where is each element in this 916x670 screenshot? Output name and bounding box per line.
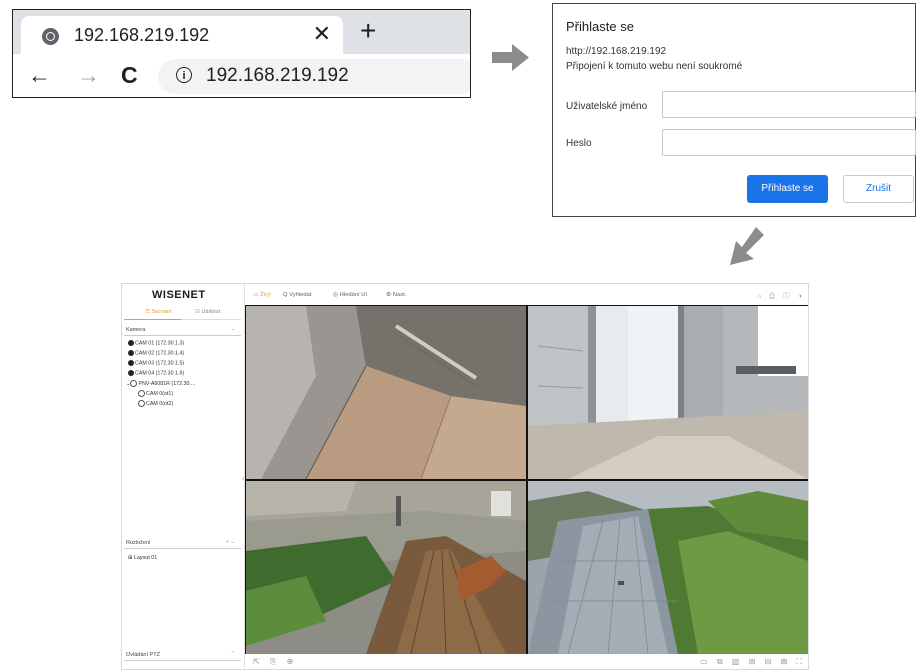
camera-status-icon xyxy=(128,370,134,376)
camera-item-4[interactable]: CAM 04 (172.30.1.6) xyxy=(128,370,184,376)
forward-arrow-icon[interactable]: → xyxy=(77,62,100,89)
chevron-up-icon[interactable]: ⌃ xyxy=(230,651,235,657)
dialog-url: http://192.168.219.192 xyxy=(566,46,667,57)
browser-tab[interactable]: 192.168.219.192 ✕ xyxy=(21,16,343,54)
layout-item[interactable]: ⊞ Layout 01 xyxy=(128,555,157,561)
layout-icon[interactable]: ⊟ xyxy=(765,657,772,666)
layout-label: Layout 01 xyxy=(133,555,158,561)
info-icon[interactable]: i xyxy=(176,67,192,83)
elevator-feed-image xyxy=(246,306,526,479)
globe-icon xyxy=(42,28,59,45)
bottom-left-tools: ⇱ ⎘ ⊕ xyxy=(253,657,301,667)
login-dialog: Přihlaste se http://192.168.219.192 Přip… xyxy=(552,3,916,217)
dual-view-icon[interactable]: ⧉ xyxy=(717,657,723,666)
single-view-icon[interactable]: ▭ xyxy=(700,657,708,666)
down-left-arrow-icon xyxy=(730,227,764,265)
viewer-top-menu: ▭ Živý Q Vyhledat ◎ Hledání UI ⚙ Nast. ⌂… xyxy=(245,284,808,305)
theme-icon[interactable]: ◑ xyxy=(798,293,802,300)
channel-icon xyxy=(138,400,145,407)
new-tab-button[interactable]: + xyxy=(360,17,376,45)
nvr-channel-2[interactable]: CAM 0(ot2) xyxy=(138,400,173,407)
camera-item-1[interactable]: CAM 01 (172.30.1.3) xyxy=(128,340,184,346)
chevron-down-icon[interactable]: ⌄ xyxy=(230,326,235,332)
add-layout-icon[interactable]: + ⌄ xyxy=(226,539,235,545)
layout-section-title: Rozložení xyxy=(126,540,151,546)
tab-divider xyxy=(181,319,241,320)
dialog-privacy-note: Připojení k tomuto webu není soukromé xyxy=(566,61,743,72)
tab-strip: 192.168.219.192 ✕ + xyxy=(13,10,470,54)
video-grid xyxy=(245,305,808,654)
camera-section-title: Kamera xyxy=(126,327,146,333)
wisenet-logo: WISENET xyxy=(152,289,206,301)
tab-title: 192.168.219.192 xyxy=(74,25,210,45)
nvr-item[interactable]: ⌄ PNV-A6081R (172.30.... xyxy=(126,380,195,387)
pathway-feed-image xyxy=(528,481,808,654)
login-button[interactable]: Přihlaste se xyxy=(747,175,828,203)
home-icon[interactable]: ⌂ xyxy=(757,293,761,300)
lobby-feed-image xyxy=(528,306,808,479)
camera-status-icon xyxy=(128,350,134,356)
camera-item-3[interactable]: CAM 03 (172.30.1.5) xyxy=(128,360,184,366)
camera-section-header[interactable]: Kamera ⌄ xyxy=(124,325,241,336)
camera-item-2[interactable]: CAM 02 (172.30.1.4) xyxy=(128,350,184,356)
close-icon[interactable]: ✕ xyxy=(313,21,331,47)
capture-icon[interactable]: ⊠ xyxy=(780,657,787,666)
browser-window: 192.168.219.192 ✕ + ← → C i 192.168.219.… xyxy=(12,9,471,98)
export-icon[interactable]: ⇱ xyxy=(253,657,260,666)
username-field[interactable] xyxy=(662,91,916,118)
dialog-title: Přihlaste se xyxy=(566,19,634,34)
nvr-label: PNV-A6081R (172.30.... xyxy=(138,380,196,387)
channel-icon xyxy=(138,390,145,397)
video-cell-1[interactable] xyxy=(246,306,526,479)
right-arrow-icon xyxy=(492,44,529,71)
fullscreen-icon[interactable]: ⛶ xyxy=(796,657,802,666)
channel-label: CAM 0(ot2) xyxy=(146,400,174,407)
wisenet-viewer: WISENET ☰ Seznam ☷ Událost Kamera ⌄ CAM … xyxy=(121,283,809,670)
username-label: Uživatelské jméno xyxy=(566,101,648,112)
ptz-section-title: Ovládání PTZ xyxy=(126,652,160,658)
camera-label: CAM 04 (172.30.1.6) xyxy=(135,370,185,377)
print-icon[interactable]: ⎙ xyxy=(769,293,775,300)
zoom-icon[interactable]: ⊕ xyxy=(287,657,294,666)
grid-view-icon[interactable]: ⊞ xyxy=(749,657,756,666)
menu-settings[interactable]: ⚙ Nast. xyxy=(386,292,406,298)
camera-label: CAM 03 (172.30.1.5) xyxy=(135,360,185,367)
menu-live[interactable]: ▭ Živý xyxy=(253,292,271,298)
address-bar[interactable]: i 192.168.219.192 xyxy=(158,59,470,94)
tab-event[interactable]: ☷ Událost xyxy=(195,309,220,315)
channel-label: CAM 0(ot1) xyxy=(146,390,174,397)
menu-search[interactable]: Q Vyhledat xyxy=(283,292,311,298)
tab-list[interactable]: ☰ Seznam xyxy=(145,309,172,315)
nvr-channel-1[interactable]: CAM 0(ot1) xyxy=(138,390,173,397)
back-arrow-icon[interactable]: ← xyxy=(28,62,51,89)
info-icon[interactable]: ⓘ xyxy=(783,293,790,300)
cancel-button[interactable]: Zrušit xyxy=(843,175,914,203)
video-cell-2[interactable] xyxy=(528,306,808,479)
camera-label: CAM 01 (172.30.1.3) xyxy=(135,340,185,347)
layout-section-header[interactable]: Rozložení + ⌄ xyxy=(124,538,241,549)
camera-status-icon xyxy=(128,360,134,366)
copy-icon[interactable]: ⎘ xyxy=(270,657,276,666)
video-cell-4[interactable] xyxy=(528,481,808,654)
video-cell-3[interactable] xyxy=(246,481,526,654)
navigation-bar: ← → C i 192.168.219.192 xyxy=(13,54,470,97)
address-text[interactable]: 192.168.219.192 xyxy=(206,65,349,87)
active-tab-indicator xyxy=(124,319,181,320)
password-field[interactable] xyxy=(662,129,916,156)
reload-icon[interactable]: C xyxy=(121,62,138,89)
stats-icon[interactable]: ▥ xyxy=(732,657,740,666)
viewer-bottom-bar: ⇱ ⎘ ⊕ ▭ ⧉ ▥ ⊞ ⊟ ⊠ ⛶ xyxy=(245,655,808,669)
camera-label: CAM 02 (172.30.1.4) xyxy=(135,350,185,357)
nvr-icon xyxy=(130,380,138,387)
garden-feed-image xyxy=(246,481,526,654)
camera-status-icon xyxy=(128,340,134,346)
menu-ai-search[interactable]: ◎ Hledání UI xyxy=(333,292,367,298)
viewer-sidebar: WISENET ☰ Seznam ☷ Událost Kamera ⌄ CAM … xyxy=(122,284,245,669)
viewer-top-icons: ⌂ ⎙ ⓘ ◑ xyxy=(751,291,802,301)
password-label: Heslo xyxy=(566,138,592,149)
bottom-right-tools: ▭ ⧉ ▥ ⊞ ⊟ ⊠ ⛶ xyxy=(693,657,802,667)
ptz-section-header[interactable]: Ovládání PTZ ⌃ xyxy=(124,650,241,661)
